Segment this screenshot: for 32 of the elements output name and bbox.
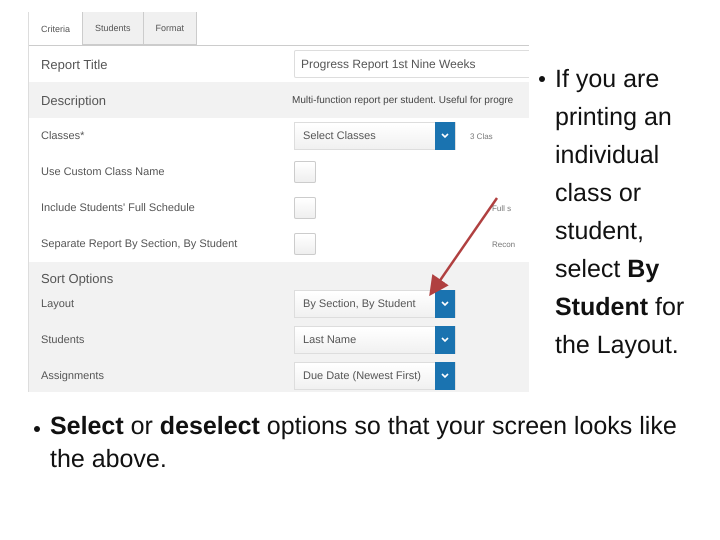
instruction-text: If you are printing an individual class or student, select By Student for the Layout. (555, 64, 686, 361)
field-label: Report Title (40, 56, 108, 72)
bullet-icon (539, 76, 545, 82)
field-label: Use Custom Class Name (40, 166, 166, 178)
field-label: Description (40, 92, 108, 108)
field-label: Include Students' Full Schedule (40, 202, 196, 214)
description-text: Multi-function report per student. Useful for progre (292, 94, 514, 106)
report-title-field[interactable]: Progress Report 1st Nine Weeks (294, 50, 529, 78)
hint-text: Full s (491, 204, 512, 212)
dropdown[interactable]: Last Name (294, 326, 456, 354)
field-label: Layout (40, 298, 76, 310)
chevron-down-icon (441, 133, 449, 139)
checkbox[interactable] (294, 161, 316, 183)
dropdown[interactable]: Select Classes (294, 122, 456, 150)
hint-text: Recon (491, 240, 516, 248)
dropdown[interactable]: Due Date (Newest First) (294, 362, 456, 390)
checkbox[interactable] (294, 197, 316, 219)
checkbox[interactable] (294, 233, 316, 255)
bullet-icon (34, 426, 40, 432)
field-label: Separate Report By Section, By Student (40, 238, 238, 250)
dropdown[interactable]: By Section, By Student (294, 290, 456, 318)
chevron-down-icon (441, 301, 449, 307)
tab[interactable]: Students (83, 12, 144, 45)
instruction-text: Select or deselect options so that your screen looks like the above. (50, 411, 678, 475)
section-heading: Sort Options (40, 270, 114, 286)
field-label: Assignments (40, 370, 105, 382)
field-label: Classes* (40, 130, 86, 142)
chevron-down-icon (441, 373, 449, 379)
chevron-down-icon (441, 337, 449, 343)
hint-text: 3 Clas (469, 132, 494, 140)
tab[interactable]: Format (144, 12, 198, 45)
field-label: Students (40, 334, 86, 346)
